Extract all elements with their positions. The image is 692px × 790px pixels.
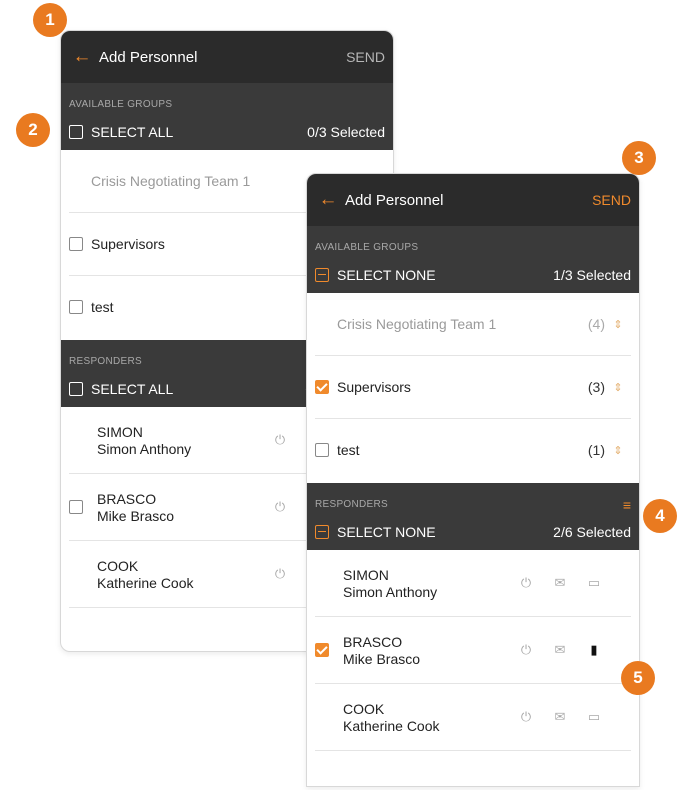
responders-section-header: RESPONDERS ≡ SELECT NONE 2/6 Selected xyxy=(307,483,639,550)
device-connected-icon: ▮ xyxy=(590,642,598,657)
responder-short-name: SIMON xyxy=(97,423,143,440)
select-all-groups-label: SELECT ALL xyxy=(91,123,174,140)
callout-badge-4: 4 xyxy=(643,499,677,533)
page-title: Add Personnel xyxy=(99,48,198,66)
responders-label: RESPONDERS xyxy=(315,499,389,510)
back-arrow-icon[interactable]: ← xyxy=(61,46,99,68)
device-icon: ▭ xyxy=(587,709,601,724)
expand-chevron-icon[interactable]: ⇕ xyxy=(605,381,631,394)
group-member-count: (1) xyxy=(587,442,605,458)
expand-chevron-icon[interactable]: ⇕ xyxy=(605,444,631,457)
filter-icon[interactable]: ≡ xyxy=(623,497,639,513)
select-all-responders-label: SELECT ALL xyxy=(91,380,174,397)
device-icon: ▭ xyxy=(587,575,601,590)
groups-selected-count: 0/3 Selected xyxy=(307,123,385,140)
responder-short-name: BRASCO xyxy=(343,633,403,650)
page-title: Add Personnel xyxy=(345,191,444,209)
add-personnel-screen-after: ← Add Personnel SEND AVAILABLE GROUPS SE… xyxy=(306,173,640,787)
responder-names: COOK Katherine Cook xyxy=(329,701,503,734)
groups-section-header: AVAILABLE GROUPS SELECT NONE 1/3 Selecte… xyxy=(307,226,639,293)
select-all-groups-row[interactable]: SELECT ALL 0/3 Selected xyxy=(61,113,393,150)
power-icon: ⏻ xyxy=(520,575,532,590)
group-checkbox[interactable] xyxy=(315,380,329,394)
responders-selected-count: 2/6 Selected xyxy=(553,523,631,540)
responder-full-name: Simon Anthony xyxy=(97,440,192,457)
responder-checkbox[interactable] xyxy=(315,643,329,657)
select-none-responders-row[interactable]: SELECT NONE 2/6 Selected xyxy=(307,513,639,550)
callout-badge-2: 2 xyxy=(16,113,50,147)
responder-full-name: Mike Brasco xyxy=(97,507,175,524)
responder-short-name: COOK xyxy=(97,557,139,574)
group-member-count: (4) xyxy=(587,316,605,332)
group-label: test xyxy=(337,442,360,458)
power-icon: ⏻ xyxy=(274,432,286,447)
select-all-responders-checkbox[interactable] xyxy=(69,381,83,396)
responder-row-brasco[interactable]: BRASCO Mike Brasco ⏻ ✉ ▮ xyxy=(315,617,631,684)
group-item-test[interactable]: test (1) ⇕ xyxy=(315,419,631,481)
responder-names: SIMON Simon Anthony xyxy=(83,424,257,457)
select-none-groups-checkbox[interactable] xyxy=(315,267,329,282)
responder-names: COOK Katherine Cook xyxy=(83,558,257,591)
responder-names: SIMON Simon Anthony xyxy=(329,567,503,600)
responder-row-cook[interactable]: COOK Katherine Cook ⏻ ✉ ▭ xyxy=(315,684,631,751)
message-icon: ✉ xyxy=(554,575,566,590)
power-icon: ⏻ xyxy=(520,709,532,724)
responder-names: BRASCO Mike Brasco xyxy=(329,634,503,667)
available-groups-label: AVAILABLE GROUPS xyxy=(315,242,419,253)
group-checkbox[interactable] xyxy=(315,443,329,457)
select-none-groups-row[interactable]: SELECT NONE 1/3 Selected xyxy=(307,256,639,293)
message-icon: ✉ xyxy=(554,709,566,724)
group-member-count: (3) xyxy=(587,379,605,395)
responder-full-name: Katherine Cook xyxy=(97,574,194,591)
select-none-responders-label: SELECT NONE xyxy=(337,523,436,540)
responder-short-name: SIMON xyxy=(343,566,389,583)
send-button[interactable]: SEND xyxy=(592,192,639,208)
power-icon: ⏻ xyxy=(274,566,286,581)
responder-names: BRASCO Mike Brasco xyxy=(83,491,257,524)
groups-section-header: AVAILABLE GROUPS SELECT ALL 0/3 Selected xyxy=(61,83,393,150)
available-groups-label: AVAILABLE GROUPS xyxy=(69,99,173,110)
responder-short-name: BRASCO xyxy=(97,490,157,507)
group-checkbox[interactable] xyxy=(69,300,83,314)
back-arrow-icon[interactable]: ← xyxy=(307,189,345,211)
responder-full-name: Mike Brasco xyxy=(343,650,421,667)
power-icon: ⏻ xyxy=(520,642,532,657)
responder-full-name: Simon Anthony xyxy=(343,583,438,600)
callout-badge-3: 3 xyxy=(622,141,656,175)
power-icon: ⏻ xyxy=(274,499,286,514)
group-checkbox[interactable] xyxy=(69,237,83,251)
callout-badge-5: 5 xyxy=(621,661,655,695)
select-none-groups-label: SELECT NONE xyxy=(337,266,436,283)
select-all-groups-checkbox[interactable] xyxy=(69,124,83,139)
group-label: Supervisors xyxy=(337,379,411,395)
expand-chevron-icon[interactable]: ⇕ xyxy=(605,318,631,331)
responder-row-simon[interactable]: SIMON Simon Anthony ⏻ ✉ ▭ xyxy=(315,550,631,617)
group-label: Crisis Negotiating Team 1 xyxy=(337,316,497,332)
send-button[interactable]: SEND xyxy=(346,49,393,65)
message-icon: ✉ xyxy=(554,642,566,657)
responder-short-name: COOK xyxy=(343,700,385,717)
callout-badge-1: 1 xyxy=(33,3,67,37)
groups-selected-count: 1/3 Selected xyxy=(553,266,631,283)
header-bar: ← Add Personnel SEND xyxy=(61,31,393,83)
group-item-crisis-negotiating-team: Crisis Negotiating Team 1 (4) ⇕ xyxy=(315,293,631,356)
responder-checkbox[interactable] xyxy=(69,500,83,514)
responder-full-name: Katherine Cook xyxy=(343,717,440,734)
select-none-responders-checkbox[interactable] xyxy=(315,524,329,539)
header-bar: ← Add Personnel SEND xyxy=(307,174,639,226)
group-item-supervisors[interactable]: Supervisors (3) ⇕ xyxy=(315,356,631,419)
